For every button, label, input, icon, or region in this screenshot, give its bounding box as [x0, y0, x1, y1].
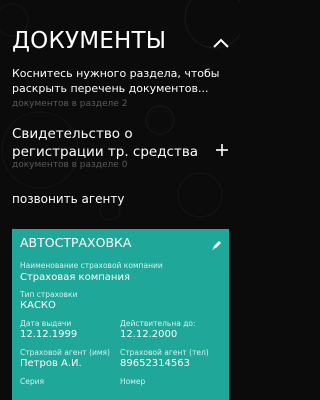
agent-phone-value: 89652314563	[120, 358, 190, 369]
number-label: Номер	[120, 377, 146, 386]
chevron-up-icon	[213, 38, 229, 48]
card-title: АВТОСТРАХОВКА	[20, 235, 132, 250]
section-title-line-1: Свидетельство о	[12, 126, 133, 142]
issue-date-label: Дата выдачи	[20, 319, 72, 328]
section-count: документов в разделе 0	[12, 160, 128, 170]
page-title: ДОКУМЕНТЫ	[12, 28, 167, 54]
hint-text: Коснитесь нужного раздела, чтобы раскрыт…	[12, 66, 227, 96]
plus-icon	[216, 144, 228, 156]
collapse-button[interactable]	[210, 32, 232, 54]
call-agent-link[interactable]: позвонить агенту	[12, 192, 124, 206]
issue-date-value: 12.12.1999	[20, 329, 78, 340]
hint-line-2: раскрыть перечень документов...	[12, 82, 209, 95]
edit-button[interactable]	[211, 236, 223, 250]
insurance-card[interactable]: АВТОСТРАХОВКА Наименование страховой ком…	[12, 229, 229, 400]
agent-name-label: Страховой агент (имя)	[20, 348, 110, 357]
company-value: Страховая компания	[20, 272, 130, 283]
valid-until-value: 12.12.2000	[120, 329, 178, 340]
status-bar	[0, 0, 240, 12]
series-label: Серия	[20, 377, 44, 386]
agent-name-value: Петров А.И.	[20, 358, 82, 369]
section-title-line-2: регистрации тр. средства	[12, 144, 199, 160]
type-value: КАСКО	[20, 300, 56, 311]
agent-phone-label: Страховой агент (тел)	[120, 348, 209, 357]
pencil-icon	[212, 241, 221, 250]
section-count: документов в разделе 2	[12, 99, 128, 109]
hint-line-1: Коснитесь нужного раздела, чтобы	[12, 67, 220, 80]
company-label: Наименование страховой компании	[20, 261, 163, 270]
header: ДОКУМЕНТЫ	[8, 28, 232, 64]
section-vehicle-registration[interactable]: Свидетельство о регистрации тр. средства	[12, 125, 212, 161]
valid-until-label: Действительна до:	[120, 319, 196, 328]
add-document-button[interactable]	[214, 142, 230, 158]
type-label: Тип страховки	[20, 290, 78, 299]
